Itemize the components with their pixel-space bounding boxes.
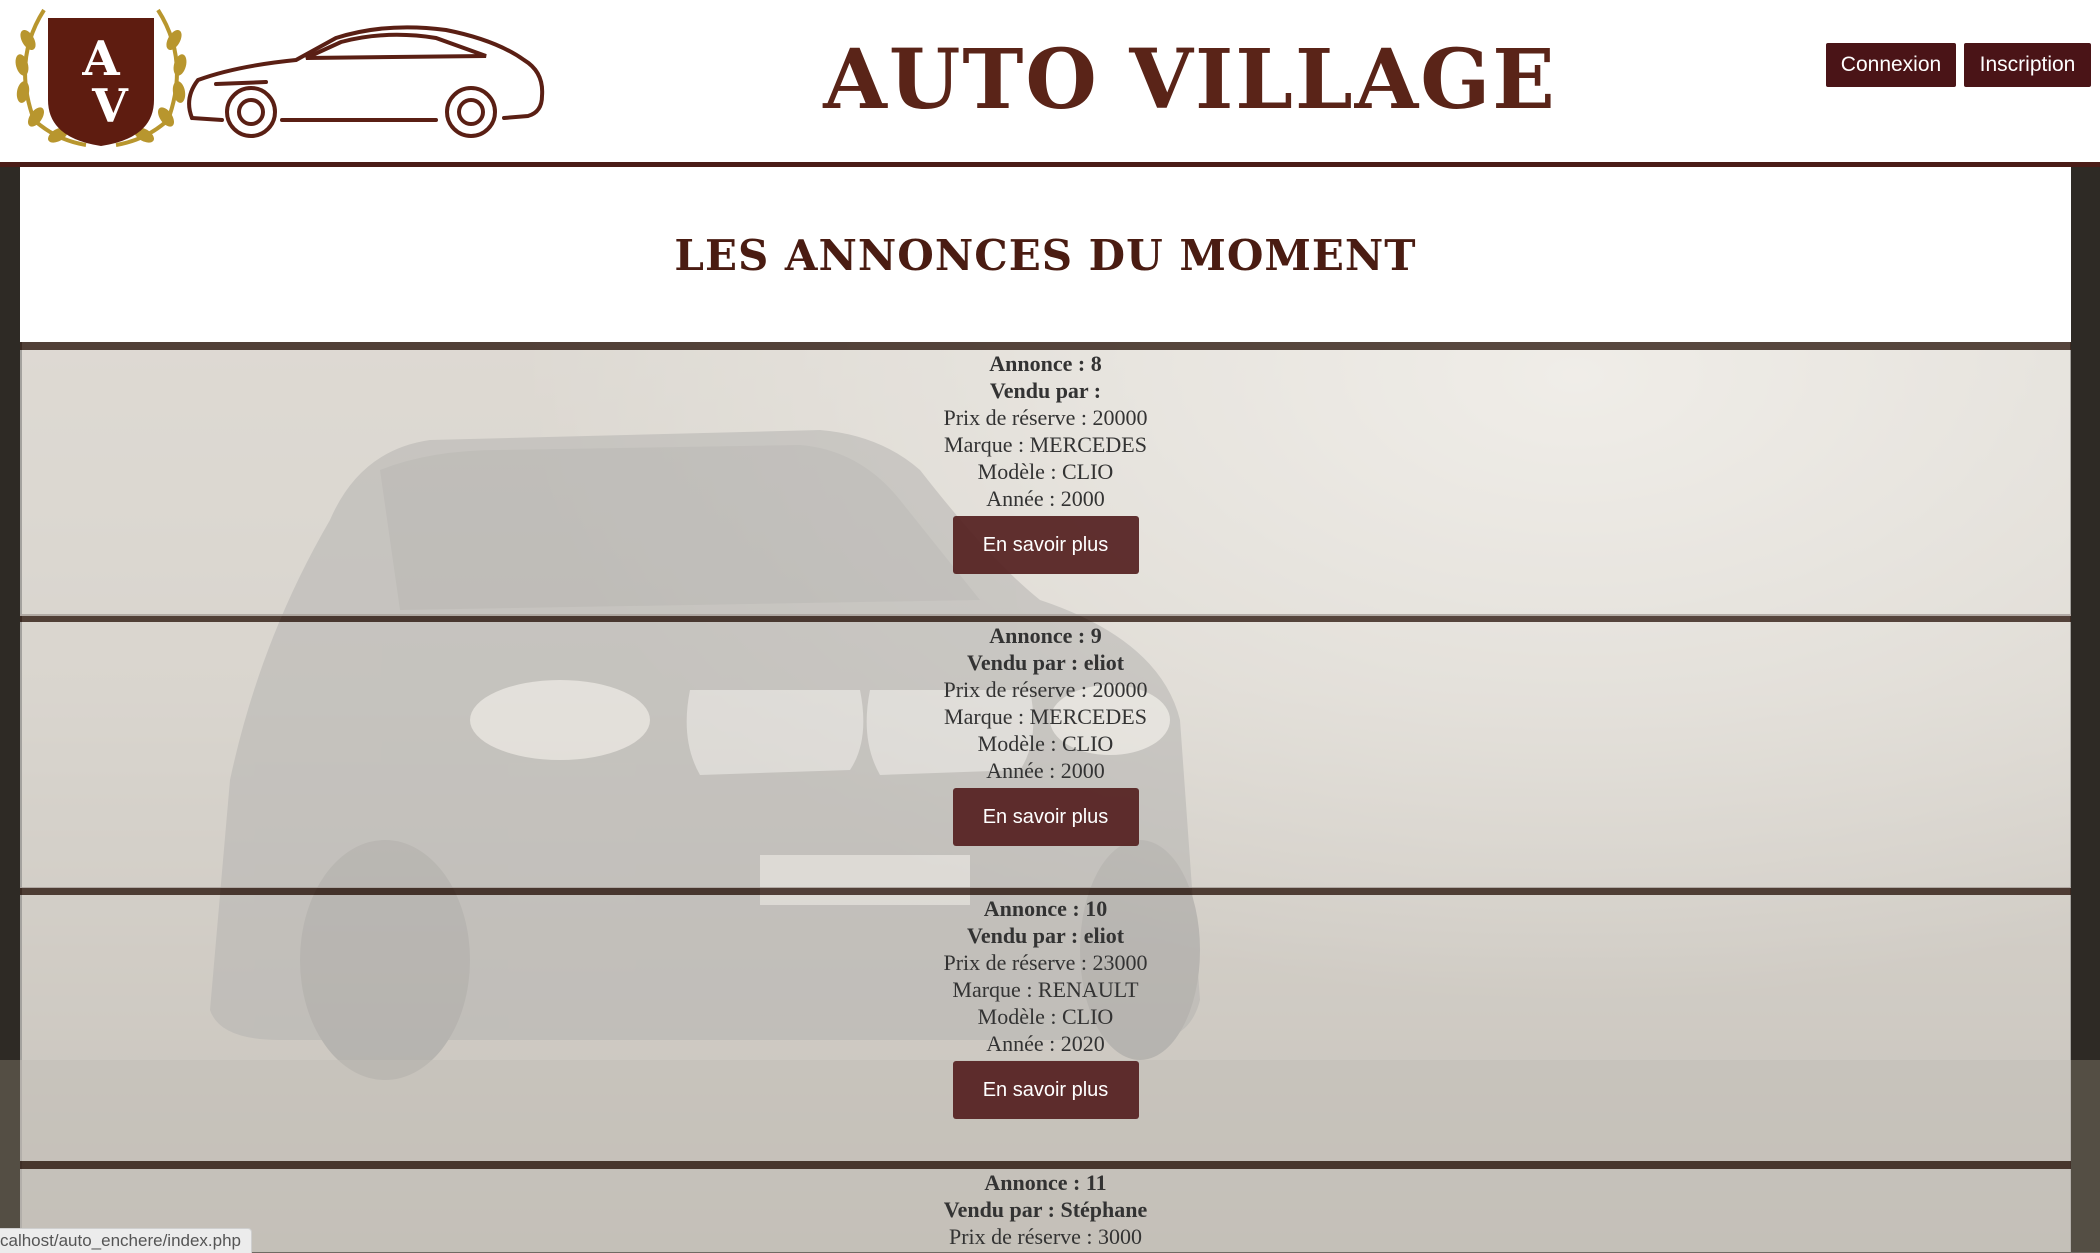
- listing-year: Année : 2020: [986, 1031, 1105, 1056]
- listing-brand: Marque : RENAULT: [952, 977, 1139, 1002]
- listing-number: Annonce : 10: [983, 896, 1108, 921]
- listing-price: Prix de réserve : 20000: [943, 677, 1148, 702]
- listing-model: Modèle : CLIO: [977, 731, 1114, 756]
- listing-model: Modèle : CLIO: [977, 459, 1114, 484]
- listing-seller: Vendu par : eliot: [966, 923, 1125, 948]
- svg-text:V: V: [91, 79, 129, 133]
- listing-seller: Vendu par :: [989, 378, 1102, 403]
- listing-card: Annonce : 11 Vendu par : Stéphane Prix d…: [20, 1169, 2071, 1252]
- listing-card: Annonce : 9 Vendu par : eliot Prix de ré…: [20, 622, 2071, 888]
- listing-number: Annonce : 8: [989, 351, 1102, 376]
- listing-model: Modèle : CLIO: [977, 1004, 1114, 1029]
- listing-number: Annonce : 9: [989, 623, 1102, 648]
- card-divider: [20, 1161, 2071, 1169]
- listing-price: Prix de réserve : 3000: [948, 1224, 1143, 1249]
- listing-number: Annonce : 11: [984, 1170, 1107, 1195]
- browser-status-url: calhost/auto_enchere/index.php: [0, 1228, 253, 1253]
- listing-card: Annonce : 10 Vendu par : eliot Prix de r…: [20, 895, 2071, 1161]
- site-title: AUTO VILLAGE: [823, 32, 1557, 128]
- section-title: LES ANNONCES DU MOMENT: [674, 231, 1417, 280]
- site-logo[interactable]: A V: [6, 0, 546, 150]
- listing-brand: Marque : MERCEDES: [944, 704, 1147, 729]
- learn-more-button[interactable]: En savoir plus: [952, 1061, 1139, 1119]
- card-divider: [20, 342, 2071, 350]
- listing-seller: Vendu par : eliot: [966, 650, 1125, 675]
- section-title-panel: LES ANNONCES DU MOMENT: [20, 167, 2071, 342]
- listing-brand: Marque : MERCEDES: [944, 432, 1147, 457]
- card-divider: [20, 887, 2071, 895]
- learn-more-button[interactable]: En savoir plus: [952, 788, 1139, 846]
- listing-seller: Vendu par : Stéphane: [943, 1197, 1148, 1222]
- listing-price: Prix de réserve : 20000: [943, 405, 1148, 430]
- login-button[interactable]: Connexion: [1826, 43, 1956, 87]
- site-header: A V AUTO VILLAGE Connexion Inscription: [0, 0, 2100, 167]
- listing-price: Prix de réserve : 23000: [943, 950, 1148, 975]
- register-button[interactable]: Inscription: [1964, 43, 2091, 87]
- listing-year: Année : 2000: [986, 758, 1105, 783]
- listing-card: Annonce : 8 Vendu par : Prix de réserve …: [20, 350, 2071, 616]
- learn-more-button[interactable]: En savoir plus: [952, 516, 1139, 574]
- listing-year: Année : 2000: [986, 486, 1105, 511]
